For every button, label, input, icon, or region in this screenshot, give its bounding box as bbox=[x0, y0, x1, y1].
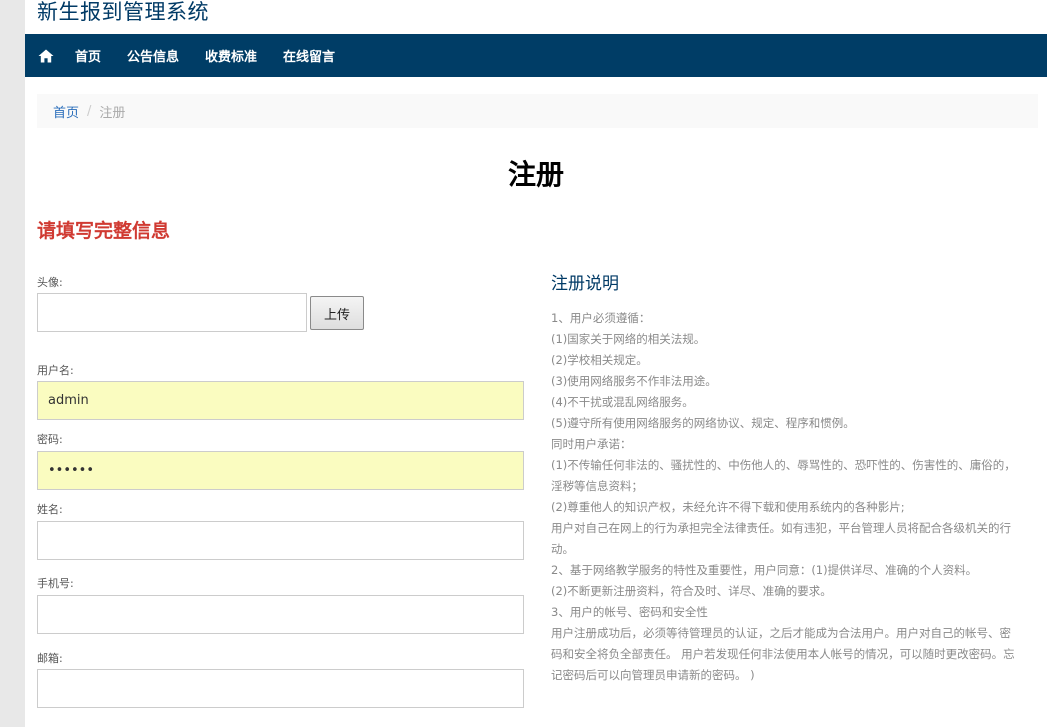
rules-line: (2)不断更新注册资料，符合及时、详尽、准确的要求。 bbox=[551, 584, 832, 598]
password-field[interactable] bbox=[37, 451, 524, 490]
nav-home[interactable]: 首页 bbox=[75, 46, 101, 65]
left-gutter bbox=[0, 0, 25, 727]
email-field[interactable] bbox=[37, 669, 524, 708]
phone-label: 手机号: bbox=[37, 577, 74, 590]
breadcrumb-home-link[interactable]: 首页 bbox=[53, 102, 79, 121]
username-field[interactable] bbox=[37, 381, 524, 420]
phone-field[interactable] bbox=[37, 595, 524, 634]
password-label: 密码: bbox=[37, 433, 63, 446]
rules-line: 2、基于网络教学服务的特性及重要性，用户同意：(1)提供详尽、准确的个人资料。 bbox=[551, 563, 978, 577]
form-notice: 请填写完整信息 bbox=[37, 220, 171, 242]
rules-line: 用户注册成功后，必须等待管理员的认证，之后才能成为合法用户。用户对自己的帐号、密… bbox=[551, 626, 1015, 682]
rules-line: (5)遵守所有使用网络服务的网络协议、规定、程序和惯例。 bbox=[551, 416, 855, 430]
site-title: 新生报到管理系统 bbox=[37, 0, 209, 24]
rules-body: 1、用户必须遵循： (1)国家关于网络的相关法规。 (2)学校相关规定。 (3)… bbox=[551, 308, 1021, 686]
rules-line: 1、用户必须遵循： bbox=[551, 311, 651, 325]
breadcrumb-separator: / bbox=[87, 103, 92, 119]
rules-line: (2)尊重他人的知识产权，未经允许不得下载和使用系统内的各种影片; bbox=[551, 500, 905, 514]
rules-line: (3)使用网络服务不作非法用途。 bbox=[551, 374, 717, 388]
name-label: 姓名: bbox=[37, 503, 63, 516]
home-icon[interactable] bbox=[38, 49, 54, 63]
rules-title: 注册说明 bbox=[551, 274, 619, 294]
nav-fee-standards[interactable]: 收费标准 bbox=[205, 46, 257, 65]
upload-button[interactable]: 上传 bbox=[310, 296, 364, 330]
rules-line: (4)不干扰或混乱网络服务。 bbox=[551, 395, 694, 409]
rules-line: 用户对自己在网上的行为承担完全法律责任。如有违犯，平台管理人员将配合各级机关的行… bbox=[551, 521, 1011, 556]
nav-online-message[interactable]: 在线留言 bbox=[283, 46, 335, 65]
rules-line: 同时用户承诺： bbox=[551, 437, 632, 451]
rules-line: (1)不传输任何非法的、骚扰性的、中伤他人的、辱骂性的、恐吓性的、伤害性的、庸俗… bbox=[551, 458, 1016, 493]
nav-announcements[interactable]: 公告信息 bbox=[127, 46, 179, 65]
page-title: 注册 bbox=[507, 158, 564, 191]
main-navbar: 首页 公告信息 收费标准 在线留言 bbox=[25, 34, 1047, 77]
breadcrumb-current: 注册 bbox=[99, 105, 126, 121]
username-label: 用户名: bbox=[37, 364, 74, 377]
rules-line: (1)国家关于网络的相关法规。 bbox=[551, 332, 706, 346]
rules-line: (2)学校相关规定。 bbox=[551, 353, 648, 367]
breadcrumb: 首页 / 注册 bbox=[37, 94, 1038, 128]
name-field[interactable] bbox=[37, 521, 524, 560]
avatar-label: 头像: bbox=[37, 276, 63, 289]
email-label: 邮箱: bbox=[37, 652, 63, 665]
avatar-field[interactable] bbox=[37, 293, 307, 332]
rules-line: 3、用户的帐号、密码和安全性 bbox=[551, 605, 708, 619]
